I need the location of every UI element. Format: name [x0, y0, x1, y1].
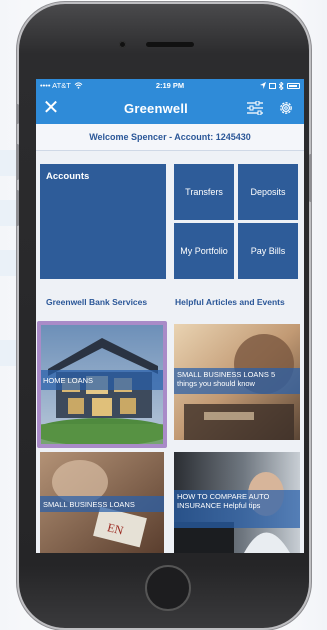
- status-time: 2:19 PM: [155, 81, 185, 90]
- small-business-loans-title: SMALL BUSINESS LOANS: [43, 499, 135, 509]
- welcome-banner: Welcome Spencer - Account: 1245430: [36, 124, 304, 150]
- earpiece-speaker: [146, 42, 194, 47]
- volume-up-button: [16, 144, 19, 180]
- my-portfolio-tile[interactable]: My Portfolio: [174, 223, 234, 279]
- status-bar: •••• AT&T 2:19 PM: [36, 79, 304, 92]
- my-portfolio-label: My Portfolio: [180, 246, 228, 256]
- gear-icon[interactable]: [278, 100, 294, 116]
- accounts-label: Accounts: [46, 171, 90, 182]
- small-business-article-title: SMALL BUSINESS LOANS: [177, 370, 269, 379]
- bank-services-heading: Greenwell Bank Services: [46, 297, 148, 307]
- volume-down-button: [16, 190, 19, 226]
- power-button: [309, 154, 312, 202]
- close-button[interactable]: ✕: [36, 92, 66, 124]
- helpful-articles-heading: Helpful Articles and Events: [175, 297, 285, 307]
- scene: •••• AT&T 2:19 PM ✕ Greenwell Welcome Sp…: [0, 0, 327, 630]
- app-screen: •••• AT&T 2:19 PM ✕ Greenwell Welcome Sp…: [36, 79, 304, 553]
- home-button[interactable]: [145, 565, 191, 611]
- mute-switch: [16, 104, 19, 124]
- transfers-label: Transfers: [185, 187, 223, 197]
- pay-bills-tile[interactable]: Pay Bills: [238, 223, 298, 279]
- accounts-tile[interactable]: Accounts: [40, 164, 166, 279]
- app-title: Greenwell: [124, 100, 188, 116]
- pay-bills-label: Pay Bills: [250, 246, 286, 256]
- deposits-tile[interactable]: Deposits: [238, 164, 298, 220]
- deposits-label: Deposits: [250, 187, 286, 197]
- auto-insurance-card[interactable]: HOW TO COMPARE AUTO INSURANCE Helpful ti…: [174, 452, 300, 553]
- battery-icon: [287, 82, 300, 89]
- nav-bar: ✕ Greenwell: [36, 92, 304, 124]
- filter-sliders-icon[interactable]: [246, 101, 264, 115]
- small-business-article-card[interactable]: SMALL BUSINESS LOANS 5 things you should…: [174, 324, 300, 440]
- header-divider: [36, 150, 304, 151]
- small-business-loans-card[interactable]: EN SMALL BUSINESS LOANS: [40, 452, 164, 553]
- auto-insurance-subtitle: Helpful tips: [223, 501, 261, 510]
- selection-highlight: [37, 321, 167, 448]
- front-camera: [119, 41, 126, 48]
- transfers-tile[interactable]: Transfers: [174, 164, 234, 220]
